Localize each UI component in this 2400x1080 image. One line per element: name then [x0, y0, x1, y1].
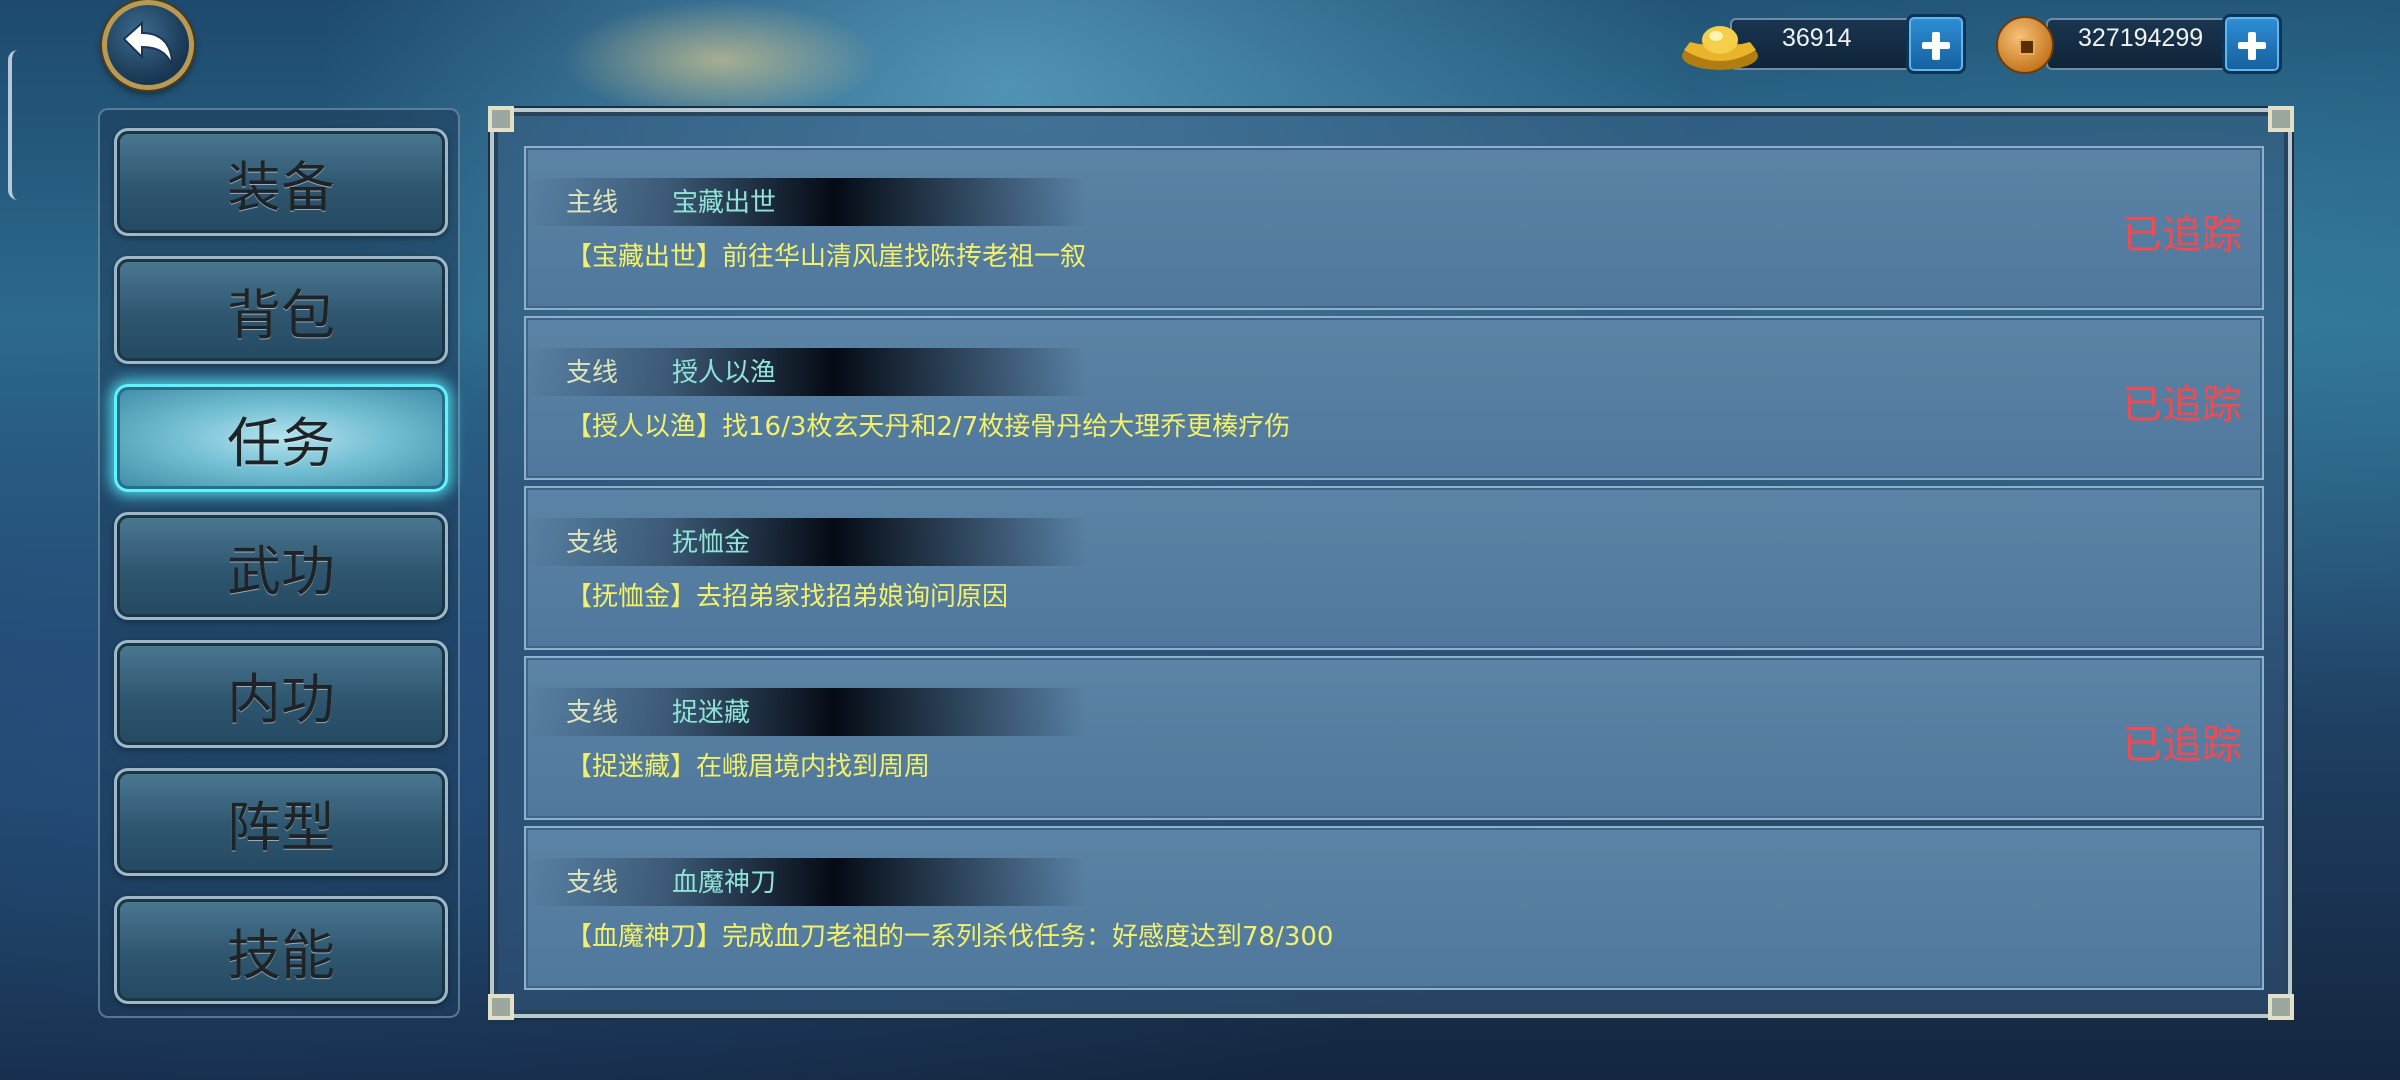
quest-name: 捉迷藏 — [672, 698, 751, 728]
quest-type: 支线 — [566, 528, 619, 558]
quest-description: 【授人以渔】找16/3枚玄天丹和2/7枚接骨丹给大理乔更楱疗伤 — [566, 412, 1291, 442]
quest-tracked-status[interactable]: 已追踪 — [2122, 202, 2242, 260]
quest-name: 宝藏出世 — [672, 188, 777, 218]
quest-tracked-status[interactable]: 已追踪 — [2122, 712, 2242, 770]
quest-row[interactable]: 支线 授人以渔 【授人以渔】找16/3枚玄天丹和2/7枚接骨丹给大理乔更楱疗伤 … — [524, 316, 2264, 480]
quest-tracked-status[interactable]: 已追踪 — [2122, 372, 2242, 430]
edge-handle — [8, 50, 18, 200]
menu-item-martial-arts[interactable]: 武功 — [114, 512, 448, 620]
quest-type: 支线 — [566, 698, 619, 728]
menu-item-bag[interactable]: 背包 — [114, 256, 448, 364]
panel-corner-ornament — [488, 994, 514, 1020]
copper-coin-icon — [1996, 16, 2054, 74]
coin-value: 327194299 — [2078, 24, 2204, 52]
menu-item-label: 阵型 — [227, 795, 335, 859]
menu-item-label: 装备 — [227, 155, 335, 219]
menu-item-label: 任务 — [227, 411, 335, 475]
add-coin-button[interactable] — [2222, 14, 2282, 74]
menu-item-label: 背包 — [227, 283, 335, 347]
quest-type: 主线 — [566, 188, 619, 218]
quest-name: 血魔神刀 — [672, 868, 777, 898]
menu-item-skills[interactable]: 技能 — [114, 896, 448, 1004]
quest-row[interactable]: 主线 宝藏出世 【宝藏出世】前往华山清风崖找陈抟老祖一叙 已追踪 — [524, 146, 2264, 310]
panel-corner-ornament — [488, 106, 514, 132]
menu-item-equipment[interactable]: 装备 — [114, 128, 448, 236]
quest-name: 抚恤金 — [672, 528, 751, 558]
quest-type: 支线 — [566, 358, 619, 388]
panel-corner-ornament — [2268, 994, 2294, 1020]
menu-item-quests[interactable]: 任务 — [114, 384, 448, 492]
quest-type: 支线 — [566, 868, 619, 898]
menu-item-inner-power[interactable]: 内功 — [114, 640, 448, 748]
coin-currency: 327194299 — [1996, 14, 2286, 74]
quest-description: 【血魔神刀】完成血刀老祖的一系列杀伐任务：好感度达到78/300 — [566, 922, 1334, 952]
quest-row[interactable]: 支线 捉迷藏 【捉迷藏】在峨眉境内找到周周 已追踪 — [524, 656, 2264, 820]
panel-corner-ornament — [2268, 106, 2294, 132]
quest-description: 【抚恤金】去招弟家找招弟娘询问原因 — [566, 582, 1009, 612]
quest-row[interactable]: 支线 血魔神刀 【血魔神刀】完成血刀老祖的一系列杀伐任务：好感度达到78/300 — [524, 826, 2264, 990]
back-button[interactable] — [102, 0, 194, 90]
side-menu: 装备 背包 任务 武功 内功 阵型 技能 — [98, 108, 460, 1018]
background-lantern-glow — [560, 0, 880, 120]
quest-row[interactable]: 支线 抚恤金 【抚恤金】去招弟家找招弟娘询问原因 — [524, 486, 2264, 650]
menu-item-formation[interactable]: 阵型 — [114, 768, 448, 876]
menu-item-label: 武功 — [227, 539, 335, 603]
gold-value: 36914 — [1782, 24, 1852, 52]
add-gold-button[interactable] — [1906, 14, 1966, 74]
gold-currency: 36914 — [1680, 14, 1970, 74]
back-arrow-icon — [122, 20, 173, 66]
quest-description: 【宝藏出世】前往华山清风崖找陈抟老祖一叙 — [566, 242, 1087, 272]
gold-ingot-icon — [1682, 26, 1758, 70]
menu-item-label: 技能 — [227, 923, 335, 987]
menu-item-label: 内功 — [227, 667, 335, 731]
quest-name: 授人以渔 — [672, 358, 777, 388]
quest-list-panel: 主线 宝藏出世 【宝藏出世】前往华山清风崖找陈抟老祖一叙 已追踪 支线 授人以渔… — [488, 106, 2294, 1020]
quest-description: 【捉迷藏】在峨眉境内找到周周 — [566, 752, 931, 782]
